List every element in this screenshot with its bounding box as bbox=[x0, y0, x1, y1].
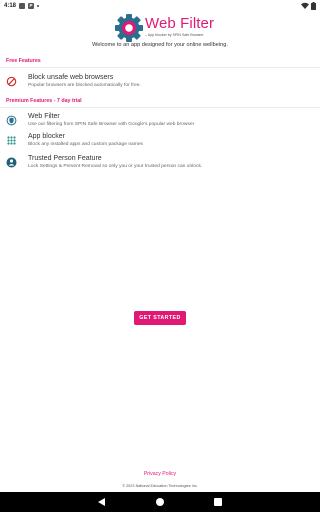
battery-icon bbox=[311, 1, 316, 10]
privacy-policy-link[interactable]: Privacy Policy bbox=[0, 471, 320, 477]
feature-title: Block unsafe web browsers bbox=[28, 74, 114, 81]
shield-icon bbox=[6, 115, 17, 126]
divider bbox=[0, 67, 320, 68]
notification-square-icon bbox=[19, 2, 26, 9]
apps-grid-icon bbox=[7, 136, 16, 145]
wifi-icon bbox=[301, 2, 309, 9]
feature-title: Trusted Person Feature bbox=[28, 155, 102, 162]
feature-description: Use our filtering from SPIN Safe Browser… bbox=[28, 122, 195, 127]
gear-logo-icon bbox=[115, 14, 143, 42]
feature-title: App blocker bbox=[28, 133, 65, 140]
feature-app-blocker: App blocker Block any installed apps and… bbox=[6, 133, 312, 153]
status-time: 4:18 bbox=[4, 2, 17, 9]
recents-icon[interactable] bbox=[214, 498, 222, 506]
divider bbox=[0, 107, 320, 108]
dot-icon bbox=[37, 4, 40, 7]
feature-block-browsers: Block unsafe web browsers Popular browse… bbox=[6, 74, 312, 94]
status-bar: 4:18 P bbox=[0, 0, 320, 11]
app-brand-subtitle: – App blocker by SPIN Safe Browser bbox=[145, 33, 204, 37]
trusted-person-icon bbox=[6, 157, 17, 168]
navigation-bar bbox=[0, 492, 320, 512]
welcome-text: Welcome to an app designed for your onli… bbox=[92, 42, 228, 48]
premium-features-heading: Premium Features - 7 day trial bbox=[6, 98, 82, 104]
p-badge-icon: P bbox=[28, 2, 35, 9]
get-started-button[interactable]: GET STARTED bbox=[134, 311, 186, 325]
feature-web-filter: Web Filter Use our filtering from SPIN S… bbox=[6, 113, 312, 133]
app-brand-title: Web Filter bbox=[145, 15, 215, 32]
feature-description: Block any installed apps and custom pack… bbox=[28, 142, 143, 147]
app-logo: Web Filter – App blocker by SPIN Safe Br… bbox=[0, 14, 320, 42]
free-features-heading: Free Features bbox=[6, 58, 41, 64]
feature-title: Web Filter bbox=[28, 113, 60, 120]
home-icon[interactable] bbox=[156, 498, 164, 506]
back-icon[interactable] bbox=[98, 498, 105, 506]
feature-description: Lock Settings & Prevent Removal so only … bbox=[28, 164, 203, 169]
feature-description: Popular browsers are blocked automatical… bbox=[28, 83, 141, 88]
block-icon bbox=[6, 76, 17, 87]
feature-trusted-person: Trusted Person Feature Lock Settings & P… bbox=[6, 155, 312, 175]
copyright-text: © 2023 National Education Technologies I… bbox=[122, 484, 198, 488]
